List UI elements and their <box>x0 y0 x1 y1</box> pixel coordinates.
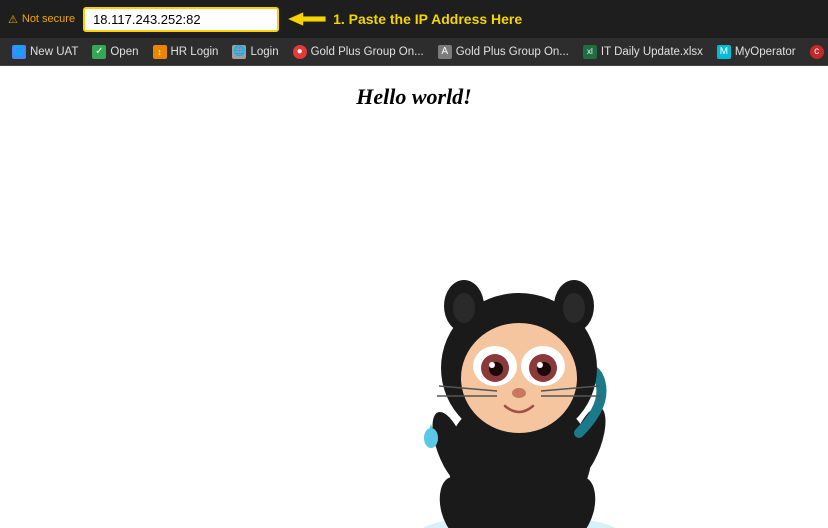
bookmark-hr-login[interactable]: ↕ HR Login <box>147 43 225 61</box>
myoperator-icon: M <box>717 45 731 59</box>
hr-login-label: HR Login <box>171 46 219 58</box>
new-uat-icon: 🌐 <box>12 45 26 59</box>
hr-login-icon: ↕ <box>153 45 167 59</box>
open-icon: ✓ <box>92 45 106 59</box>
bookmark-new-uat[interactable]: 🌐 New UAT <box>6 43 84 61</box>
octocat-image <box>369 148 669 528</box>
it-daily-icon: xl <box>583 45 597 59</box>
open-label: Open <box>110 46 138 58</box>
bookmark-apex-login[interactable]: A Gold Plus Group On... <box>432 43 575 61</box>
hello-world-text: Hello world! <box>0 84 828 110</box>
apex-login-icon: A <box>438 45 452 59</box>
not-secure-indicator: ⚠ Not secure <box>8 13 75 26</box>
apex-login-label: Gold Plus Group On... <box>456 46 569 58</box>
bookmark-gold-plus[interactable]: ● Gold Plus Group On... <box>287 43 430 61</box>
not-secure-label: Not secure <box>22 13 75 25</box>
new-uat-label: New UAT <box>30 46 78 58</box>
bookmark-myoperator[interactable]: M MyOperator <box>711 43 802 61</box>
bookmark-login[interactable]: 🌐 Login <box>226 43 284 61</box>
gold-plus-icon: ● <box>293 45 307 59</box>
paste-instruction-label: 1. Paste the IP Address Here <box>333 11 522 27</box>
bookmarks-bar: 🌐 New UAT ✓ Open ↕ HR Login 🌐 Login ● Go… <box>0 38 828 66</box>
it-daily-label: IT Daily Update.xlsx <box>601 46 703 58</box>
page-content: Hello world! <box>0 66 828 528</box>
myoperator-label: MyOperator <box>735 46 796 58</box>
bookmark-extra[interactable]: c <box>804 43 828 61</box>
login-icon: 🌐 <box>232 45 246 59</box>
browser-address-bar: ⚠ Not secure 1. Paste the IP Address Her… <box>0 0 828 38</box>
login-label: Login <box>250 46 278 58</box>
warning-icon: ⚠ <box>8 13 18 26</box>
extra-icon: c <box>810 45 824 59</box>
address-bar-area: 1. Paste the IP Address Here <box>83 7 820 32</box>
gold-plus-label: Gold Plus Group On... <box>311 46 424 58</box>
url-input[interactable] <box>83 7 279 32</box>
bookmark-open[interactable]: ✓ Open <box>86 43 144 61</box>
arrow-annotation: 1. Paste the IP Address Here <box>287 8 522 30</box>
arrow-icon <box>287 8 327 30</box>
bookmark-it-daily[interactable]: xl IT Daily Update.xlsx <box>577 43 709 61</box>
